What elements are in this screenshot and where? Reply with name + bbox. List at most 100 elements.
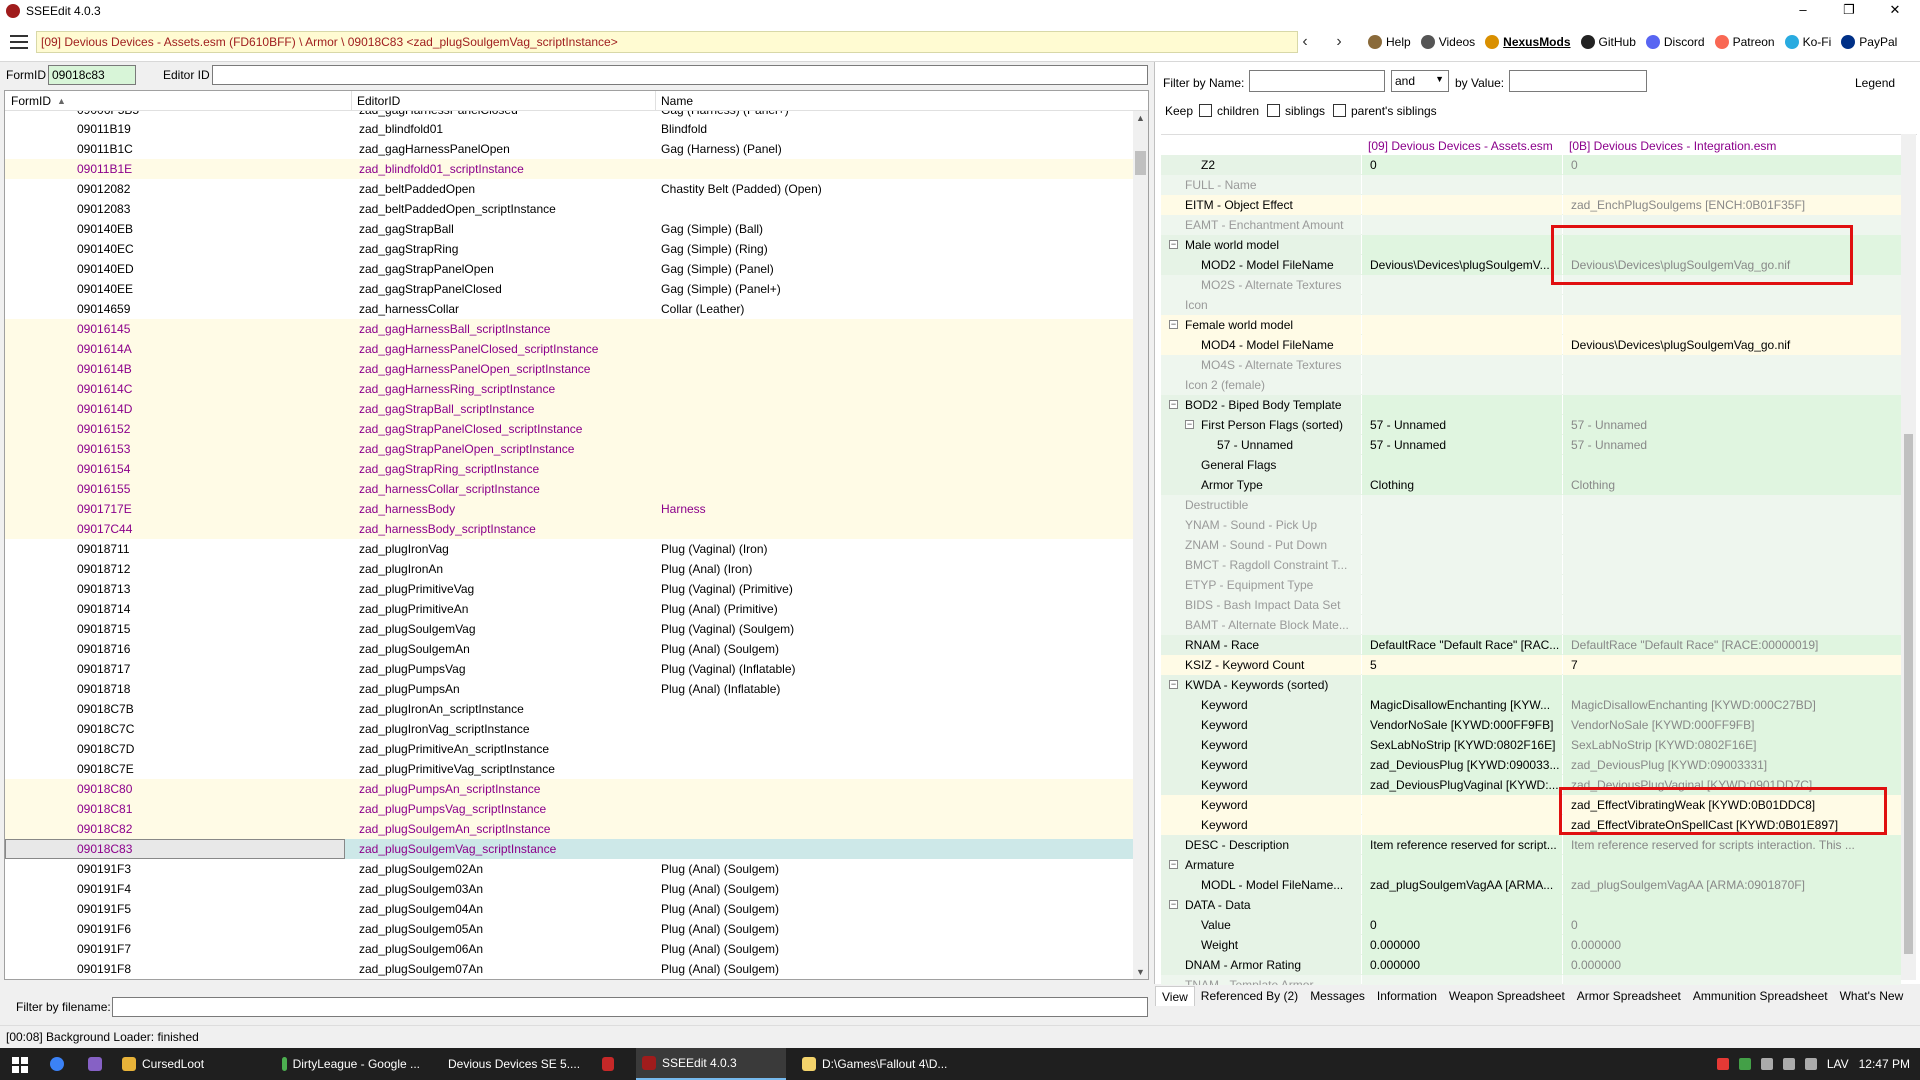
taskbar-item[interactable]: CursedLoot — [116, 1048, 266, 1080]
table-row[interactable]: 09011B1E zad_blindfold01_scriptInstance — [5, 159, 1133, 179]
tray-language[interactable]: LAV — [1827, 1057, 1849, 1071]
table-row[interactable]: 0901614D zad_gagStrapBall_scriptInstance — [5, 399, 1133, 419]
table-row[interactable]: 09018714 zad_plugPrimitiveAn Plug (Anal) (… — [5, 599, 1133, 619]
filter-name-input[interactable] — [1249, 70, 1385, 92]
collapse-icon[interactable]: − — [1169, 860, 1178, 869]
record-field-row[interactable]: DNAM - Armor Rating 0.000000 0.000000 — [1161, 955, 1901, 975]
table-row[interactable]: 090191F5 zad_plugSoulgem04An Plug (Anal) (… — [5, 899, 1133, 919]
record-field-row[interactable]: General Flags — [1161, 455, 1901, 475]
table-row[interactable]: 09018C82 zad_plugSoulgemAn_scriptInstance — [5, 819, 1133, 839]
link-ko-fi[interactable]: Ko-Fi — [1784, 35, 1831, 49]
record-field-row[interactable]: Icon — [1161, 295, 1901, 315]
tab-messages[interactable]: Messages — [1304, 986, 1371, 1006]
view-scroll-thumb[interactable] — [1904, 434, 1913, 954]
table-row[interactable]: 09018718 zad_plugPumpsAn Plug (Anal) (Infl… — [5, 679, 1133, 699]
record-path-field[interactable]: [09] Devious Devices - Assets.esm (FD610… — [36, 31, 1298, 53]
record-field-row[interactable]: − KWDA - Keywords (sorted) — [1161, 675, 1901, 695]
record-field-row[interactable]: − DATA - Data — [1161, 895, 1901, 915]
record-field-row[interactable]: BIDS - Bash Impact Data Set — [1161, 595, 1901, 615]
record-field-row[interactable]: KSIZ - Keyword Count 5 7 — [1161, 655, 1901, 675]
header-name[interactable]: Name — [661, 94, 693, 108]
table-row[interactable]: 0901614B zad_gagHarnessPanelOpen_scriptIn… — [5, 359, 1133, 379]
table-row[interactable]: 09014659 zad_harnessCollar Collar (Leather… — [5, 299, 1133, 319]
table-row[interactable]: 090140EB zad_gagStrapBall Gag (Simple) (Ba… — [5, 219, 1133, 239]
record-field-row[interactable]: ZNAM - Sound - Put Down — [1161, 535, 1901, 555]
taskbar-item[interactable]: D:\Games\Fallout 4\D... — [796, 1048, 956, 1080]
table-row[interactable]: 09011B1C zad_gagHarnessPanelOpen Gag (Harn… — [5, 139, 1133, 159]
link-github[interactable]: GitHub — [1580, 35, 1636, 49]
record-field-row[interactable]: MOD4 - Model FileName Devious\Devices\plu… — [1161, 335, 1901, 355]
tree-scrollbar[interactable]: ▲ ▼ — [1133, 111, 1148, 979]
table-row[interactable]: 09018713 zad_plugPrimitiveVag Plug (Vagina… — [5, 579, 1133, 599]
header-formid[interactable]: FormID — [11, 94, 51, 108]
taskbar-item[interactable]: DirtyLeague - Google ... — [276, 1048, 426, 1080]
forward-arrow-icon[interactable]: › — [1330, 31, 1348, 53]
visual-studio-icon[interactable] — [82, 1048, 108, 1080]
filter-operator-select[interactable]: and ▼ — [1391, 70, 1449, 92]
table-row[interactable]: 090191F4 zad_plugSoulgem03An Plug (Anal) (… — [5, 879, 1133, 899]
collapse-icon[interactable]: − — [1169, 240, 1178, 249]
record-field-row[interactable]: Armor Type Clothing Clothing — [1161, 475, 1901, 495]
table-row[interactable]: 09018716 zad_plugSoulgemAn Plug (Anal) (So… — [5, 639, 1133, 659]
table-row[interactable]: 09016152 zad_gagStrapPanelClosed_scriptIn… — [5, 419, 1133, 439]
parents-siblings-checkbox[interactable] — [1333, 104, 1346, 117]
record-field-row[interactable]: EITM - Object Effect zad_EnchPlugSoulgems… — [1161, 195, 1901, 215]
table-row[interactable]: 09012082 zad_beltPaddedOpen Chastity Belt … — [5, 179, 1133, 199]
link-patreon[interactable]: Patreon — [1714, 35, 1775, 49]
table-row[interactable]: 09018C7E zad_plugPrimitiveVag_scriptInsta… — [5, 759, 1133, 779]
table-row[interactable]: 090191F8 zad_plugSoulgem07An Plug (Anal) (… — [5, 959, 1133, 979]
collapse-icon[interactable]: − — [1169, 900, 1178, 909]
collapse-icon[interactable]: − — [1169, 320, 1178, 329]
tab-armor-spreadsheet[interactable]: Armor Spreadsheet — [1571, 986, 1687, 1006]
collapse-icon[interactable]: − — [1169, 680, 1178, 689]
table-row[interactable]: 09016153 zad_gagStrapPanelOpen_scriptInst… — [5, 439, 1133, 459]
tab-information[interactable]: Information — [1371, 986, 1443, 1006]
table-row[interactable]: 09018C7B zad_plugIronAn_scriptInstance — [5, 699, 1133, 719]
link-discord[interactable]: Discord — [1645, 35, 1705, 49]
table-row-selected[interactable]: 09018C83 zad_plugSoulgemVag_scriptInstanc… — [5, 839, 1133, 859]
record-field-row[interactable]: BAMT - Alternate Block Mate... — [1161, 615, 1901, 635]
table-row[interactable]: 09018C81 zad_plugPumpsVag_scriptInstance — [5, 799, 1133, 819]
record-field-row[interactable]: Keyword MagicDisallowEnchanting [KYW... Ma… — [1161, 695, 1901, 715]
record-field-row[interactable]: − BOD2 - Biped Body Template — [1161, 395, 1901, 415]
windows-start-icon[interactable] — [12, 1057, 28, 1073]
table-row-partial[interactable]: 09006F5B5 zad_gagHarnessPanelClosed Gag (H… — [5, 111, 1133, 119]
record-field-row[interactable]: ETYP - Equipment Type — [1161, 575, 1901, 595]
record-field-row[interactable]: YNAM - Sound - Pick Up — [1161, 515, 1901, 535]
record-field-row[interactable]: − Female world model — [1161, 315, 1901, 335]
minimize-button[interactable]: – — [1780, 0, 1826, 22]
filename-filter-input[interactable] — [112, 997, 1148, 1017]
link-nexusmods[interactable]: NexusMods — [1485, 35, 1571, 49]
record-field-row[interactable]: FULL - Name — [1161, 175, 1901, 195]
table-row[interactable]: 09018717 zad_plugPumpsVag Plug (Vaginal) (… — [5, 659, 1133, 679]
tray-nvidia-icon[interactable] — [1738, 1058, 1751, 1070]
table-row[interactable]: 09012083 zad_beltPaddedOpen_scriptInstanc… — [5, 199, 1133, 219]
taskbar-item[interactable] — [596, 1048, 626, 1080]
table-row[interactable]: 09016154 zad_gagStrapRing_scriptInstance — [5, 459, 1133, 479]
scroll-down-icon[interactable]: ▼ — [1133, 967, 1148, 977]
table-row[interactable]: 090191F3 zad_plugSoulgem02An Plug (Anal) (… — [5, 859, 1133, 879]
record-field-row[interactable]: Keyword SexLabNoStrip [KYWD:0802F16E] SexL… — [1161, 735, 1901, 755]
editorid-input[interactable] — [212, 65, 1148, 85]
table-row[interactable]: 0901614C zad_gagHarnessRing_scriptInstanc… — [5, 379, 1133, 399]
record-field-row[interactable]: Keyword zad_DeviousPlug [KYWD:090033... za… — [1161, 755, 1901, 775]
record-field-row[interactable]: 57 - Unnamed 57 - Unnamed 57 - Unnamed — [1161, 435, 1901, 455]
record-field-row[interactable]: − First Person Flags (sorted) 57 - Unnamed… — [1161, 415, 1901, 435]
record-field-row[interactable]: Value 0 0 — [1161, 915, 1901, 935]
search-icon[interactable] — [44, 1048, 70, 1080]
tray-network-icon[interactable] — [1760, 1058, 1773, 1070]
table-row[interactable]: 09018C80 zad_plugPumpsAn_scriptInstance — [5, 779, 1133, 799]
record-field-row[interactable]: MO4S - Alternate Textures — [1161, 355, 1901, 375]
legend-button[interactable]: Legend — [1855, 76, 1895, 90]
link-paypal[interactable]: PayPal — [1841, 35, 1897, 49]
record-field-row[interactable]: MODL - Model FileName... zad_plugSoulgemV… — [1161, 875, 1901, 895]
record-field-row[interactable]: RNAM - Race DefaultRace "Default Race" [R… — [1161, 635, 1901, 655]
tab-what-s-new[interactable]: What's New — [1834, 986, 1910, 1006]
tab-ammunition-spreadsheet[interactable]: Ammunition Spreadsheet — [1687, 986, 1834, 1006]
plugin-column-assets[interactable]: [09] Devious Devices - Assets.esm — [1368, 139, 1553, 153]
table-row[interactable]: 09018712 zad_plugIronAn Plug (Anal) (Iron) — [5, 559, 1133, 579]
taskbar-item[interactable]: Devious Devices SE 5.... — [436, 1048, 586, 1080]
tab-view[interactable]: View — [1155, 986, 1195, 1006]
table-row[interactable]: 09018C7D zad_plugPrimitiveAn_scriptInstan… — [5, 739, 1133, 759]
collapse-icon[interactable]: − — [1185, 420, 1194, 429]
